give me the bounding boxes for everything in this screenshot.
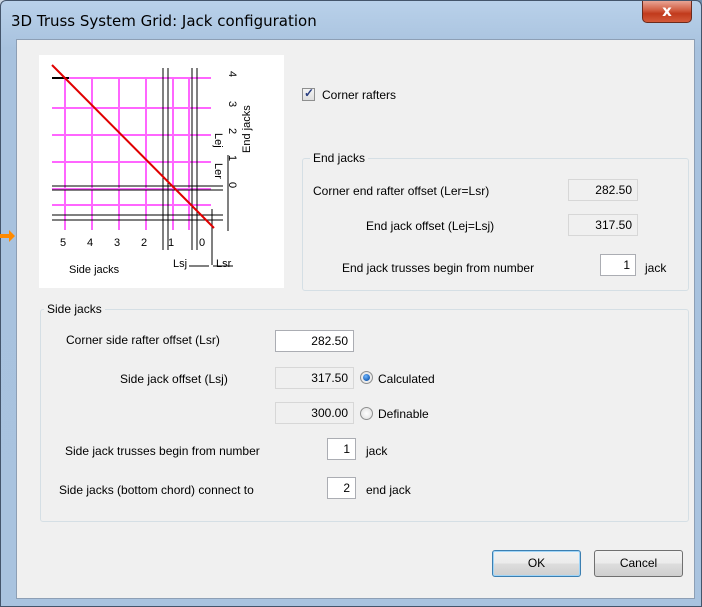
side-jack-connect-input[interactable]: 2 <box>327 477 356 499</box>
lej-label: Lej <box>212 133 224 148</box>
side-jack-begin-label: Side jack trusses begin from number <box>65 444 260 458</box>
grid-lines <box>52 77 211 230</box>
title-bar[interactable]: 3D Truss System Grid: Jack configuration… <box>1 1 701 39</box>
window-title: 3D Truss System Grid: Jack configuration <box>11 12 317 30</box>
dialog-client-area: 4 3 2 1 0 Lej Ler End jacks 5 4 3 2 1 0 … <box>16 39 695 599</box>
end-jacks-label: End jacks <box>241 105 253 153</box>
side-tick-1: 1 <box>168 237 174 249</box>
corner-rafters-label: Corner rafters <box>322 88 397 102</box>
end-jack-offset-field: 317.50 <box>568 214 638 236</box>
jack-diagram-svg: 4 3 2 1 0 Lej Ler End jacks 5 4 3 2 1 0 … <box>51 64 253 276</box>
side-jack-offset-label: Side jack offset (Lsj) <box>120 372 228 386</box>
side-tick-3: 3 <box>114 237 120 249</box>
side-jack-begin-suffix: jack <box>366 444 388 458</box>
ok-button[interactable]: OK <box>492 550 581 577</box>
end-jack-offset-label: End jack offset (Lej=Lsj) <box>366 219 495 233</box>
side-jacks-label: Side jacks <box>69 264 120 276</box>
cancel-button[interactable]: Cancel <box>594 550 683 577</box>
definable-label: Definable <box>378 407 429 421</box>
lsj-label: Lsj <box>173 258 187 270</box>
ler-label: Ler <box>212 163 224 179</box>
end-jacks-group-title: End jacks <box>310 151 369 165</box>
end-jack-begin-input[interactable]: 1 <box>600 254 636 276</box>
calculated-radio[interactable] <box>360 371 373 384</box>
side-tick-5: 5 <box>60 237 66 249</box>
end-jack-begin-suffix: jack <box>645 261 667 275</box>
corner-rafters-checkbox[interactable]: ✓ <box>302 86 315 101</box>
corner-end-rafter-offset-field: 282.50 <box>568 179 638 201</box>
side-tick-4: 4 <box>87 237 93 249</box>
side-jacks-group-title: Side jacks <box>44 302 105 316</box>
arrow-icon <box>0 230 15 242</box>
corner-end-rafter-offset-label: Corner end rafter offset (Ler=Lsr) <box>313 184 490 198</box>
side-jack-offset-calculated-field: 317.50 <box>275 367 354 389</box>
end-tick-0: 0 <box>226 182 238 188</box>
side-jack-begin-input[interactable]: 1 <box>327 438 356 460</box>
calculated-label: Calculated <box>378 372 435 386</box>
dialog-window: 3D Truss System Grid: Jack configuration… <box>0 0 702 607</box>
side-tick-0: 0 <box>199 237 205 249</box>
close-icon: x <box>662 2 672 20</box>
checkmark-icon: ✓ <box>303 86 315 100</box>
end-tick-1: 1 <box>226 155 238 161</box>
end-jack-begin-label: End jack trusses begin from number <box>342 261 535 275</box>
end-tick-3: 3 <box>226 101 238 107</box>
corner-side-rafter-offset-input[interactable]: 282.50 <box>275 330 354 352</box>
end-tick-4: 4 <box>226 71 238 77</box>
corner-side-rafter-offset-label: Corner side rafter offset (Lsr) <box>66 333 220 347</box>
side-tick-2: 2 <box>141 237 147 249</box>
end-tick-2: 2 <box>226 128 238 134</box>
side-jack-offset-definable-field: 300.00 <box>275 402 354 424</box>
side-jack-connect-suffix: end jack <box>366 483 411 497</box>
jack-diagram: 4 3 2 1 0 Lej Ler End jacks 5 4 3 2 1 0 … <box>39 55 284 288</box>
close-button[interactable]: x <box>642 1 692 23</box>
definable-radio[interactable] <box>360 407 373 420</box>
lsr-label: Lsr <box>216 258 232 270</box>
side-jack-connect-label: Side jacks (bottom chord) connect to <box>59 483 254 497</box>
